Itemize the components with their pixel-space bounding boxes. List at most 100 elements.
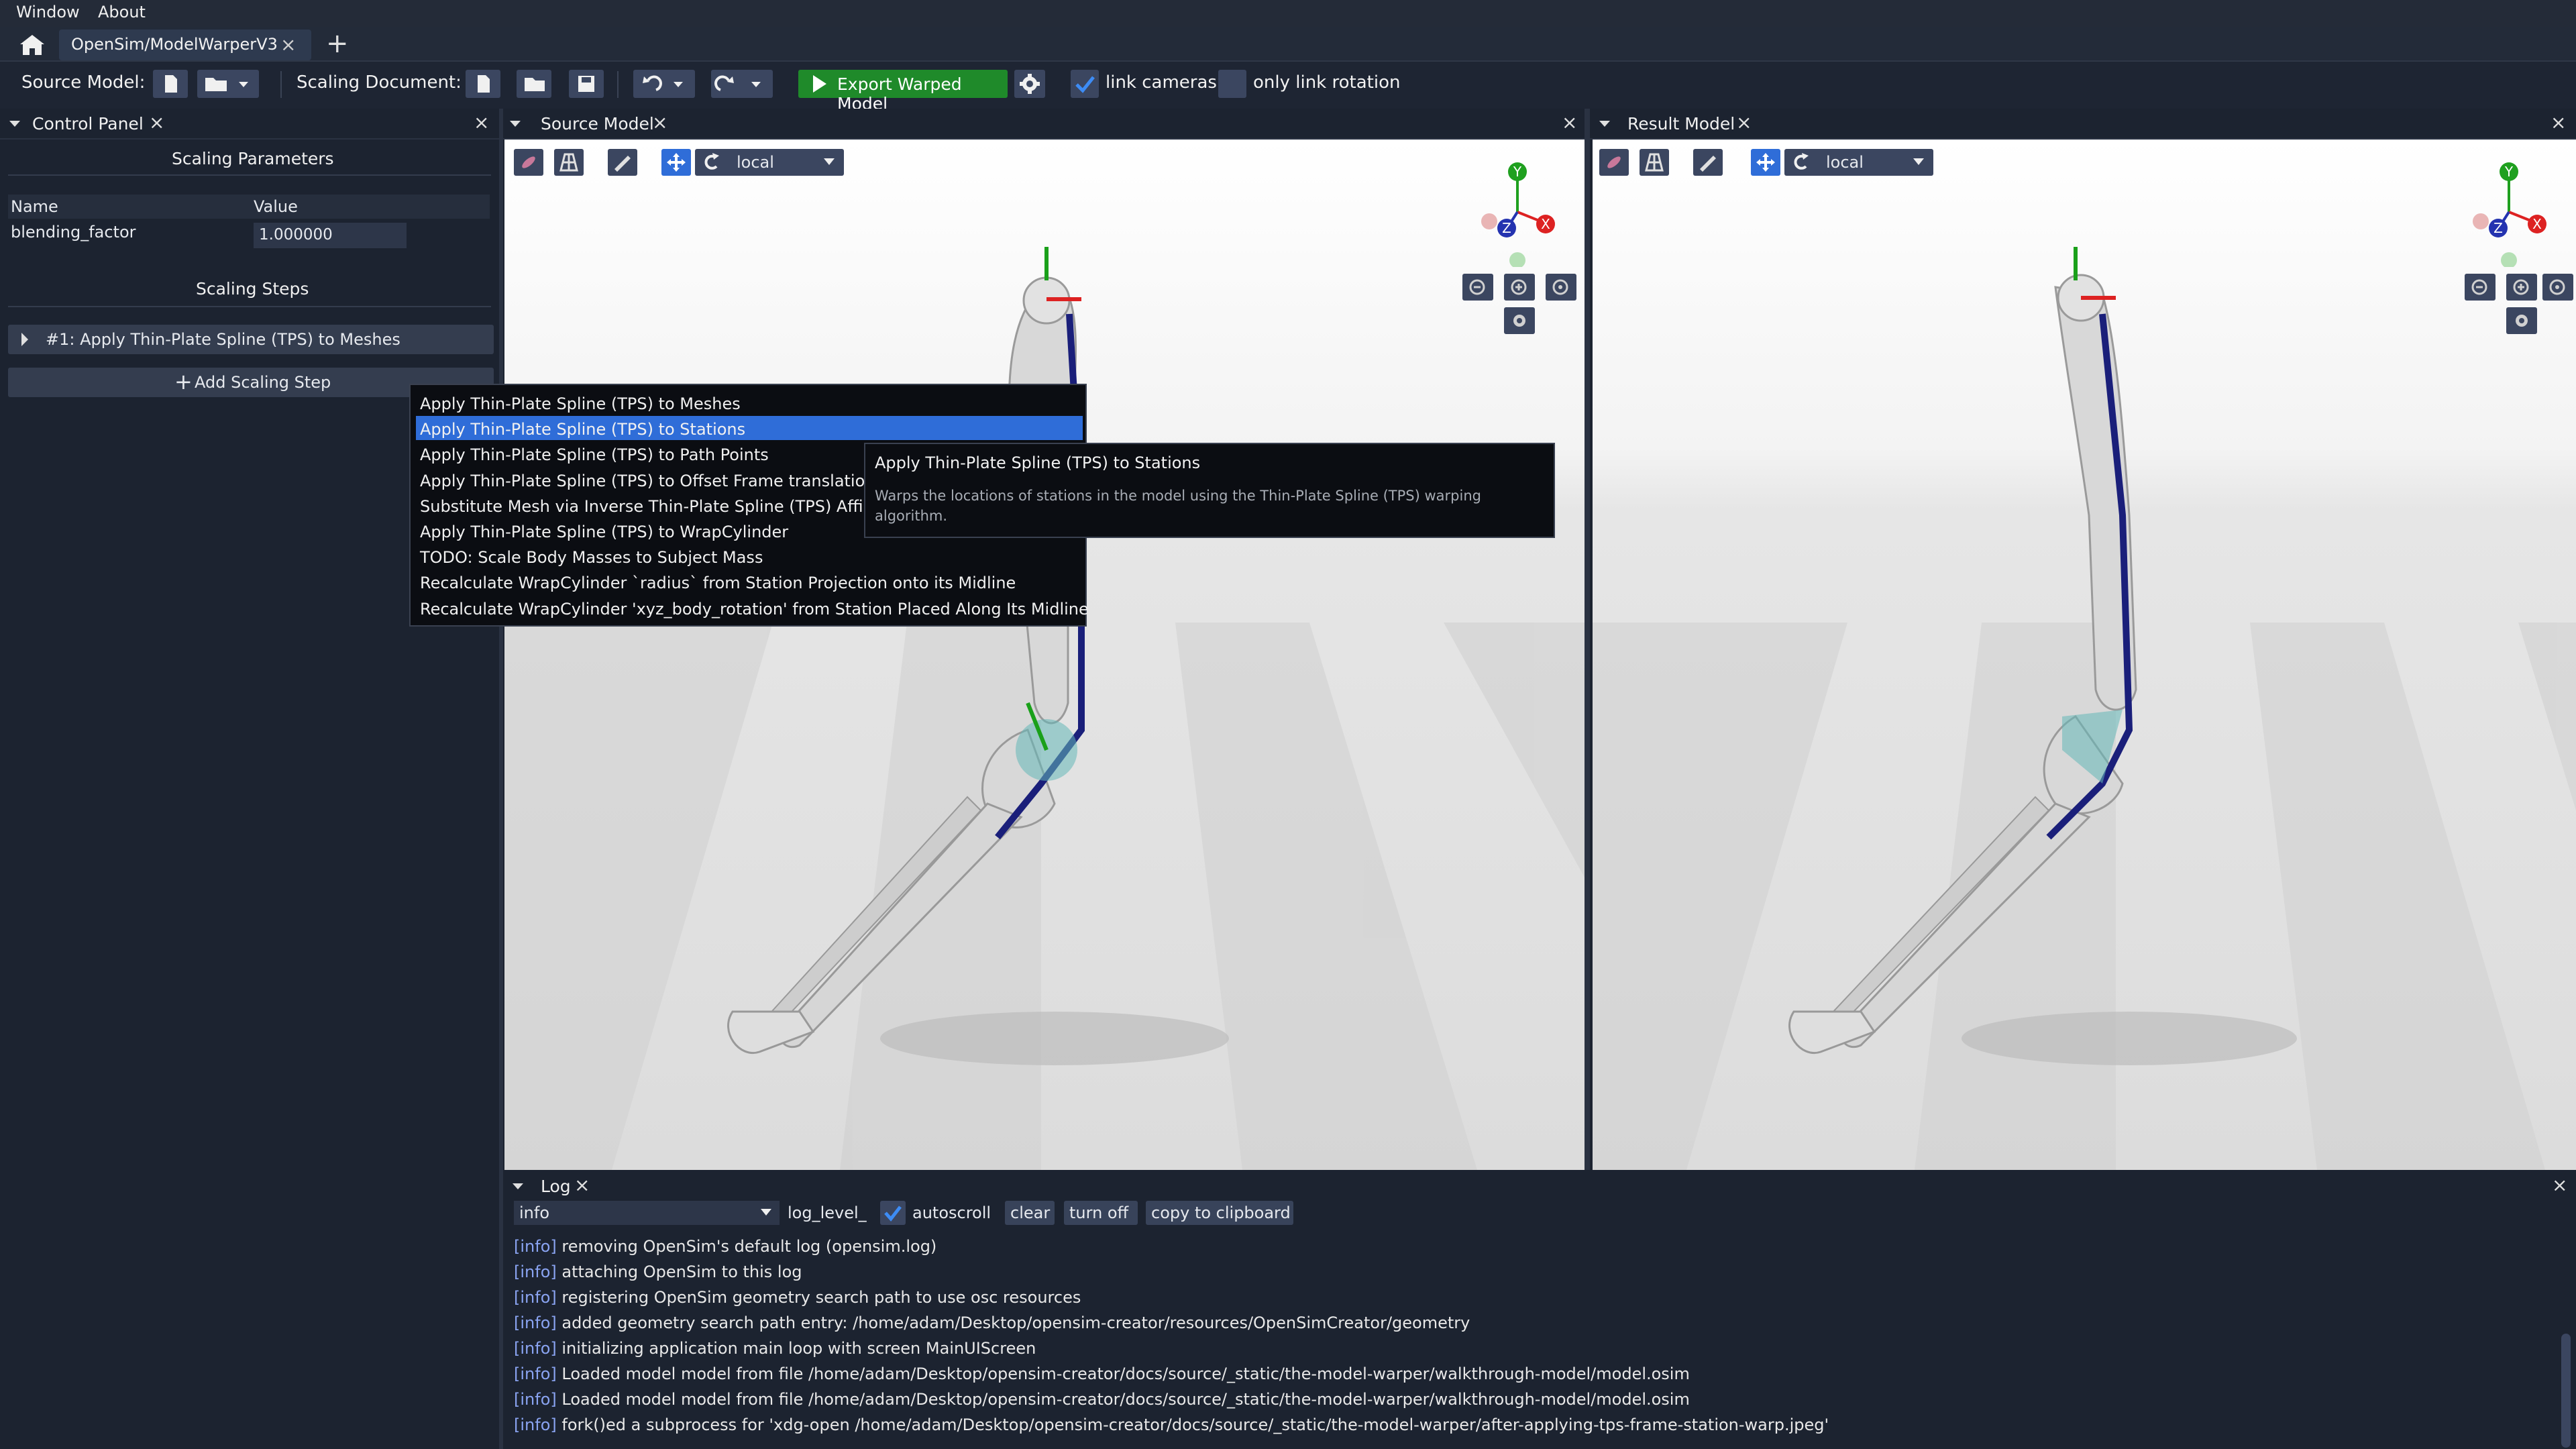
model-shadow bbox=[880, 1012, 1229, 1065]
zoom-out-icon bbox=[2471, 279, 2487, 295]
menu-item[interactable]: Substitute Mesh via Inverse Thin-Plate S… bbox=[420, 497, 883, 516]
scaling-parameters-title: Scaling Parameters bbox=[172, 149, 334, 168]
log-title: Log bbox=[541, 1177, 571, 1196]
menu-item[interactable]: Recalculate WrapCylinder `radius` from S… bbox=[420, 574, 1016, 592]
log-level-tag: [info] bbox=[514, 1237, 557, 1256]
muscle-style-button[interactable] bbox=[1599, 149, 1629, 176]
axes-gizmo[interactable]: Y X Z bbox=[1457, 153, 1578, 267]
blending-factor-input[interactable]: 1.000000 bbox=[254, 223, 407, 248]
tab-close-icon[interactable]: × bbox=[280, 34, 296, 56]
log-message: added geometry search path entry: /home/… bbox=[561, 1313, 1470, 1332]
measure-button[interactable] bbox=[1693, 149, 1723, 176]
zoom-in-button[interactable] bbox=[1504, 274, 1535, 301]
menu-item[interactable]: Apply Thin-Plate Spline (TPS) to Meshes bbox=[420, 394, 741, 413]
source-model-viewport[interactable]: local Y X Z bbox=[504, 140, 1585, 1170]
move-icon bbox=[1756, 153, 1775, 172]
scene-options-button[interactable] bbox=[1640, 149, 1669, 176]
collapse-arrow-icon[interactable] bbox=[506, 109, 526, 138]
viewport-settings-button[interactable] bbox=[2506, 307, 2537, 334]
save-icon bbox=[578, 76, 594, 92]
folder-open-icon bbox=[525, 78, 545, 91]
log-message: Loaded model model from file /home/adam/… bbox=[561, 1390, 1690, 1409]
chevron-down-icon bbox=[824, 158, 835, 165]
gear-icon bbox=[1020, 74, 1040, 94]
link-cameras-checkbox[interactable] bbox=[1071, 70, 1099, 98]
only-link-rotation-checkbox[interactable] bbox=[1218, 70, 1246, 98]
scaling-step-label: #1: Apply Thin-Plate Spline (TPS) to Mes… bbox=[46, 330, 400, 349]
axis-z-label: Z bbox=[1502, 220, 1511, 236]
collapse-arrow-icon[interactable] bbox=[5, 109, 25, 138]
close-tab-icon[interactable]: × bbox=[574, 1174, 590, 1196]
collapse-arrow-icon[interactable] bbox=[508, 1173, 529, 1199]
zoom-in-button[interactable] bbox=[2506, 274, 2537, 301]
scene-options-button[interactable] bbox=[554, 149, 584, 176]
muscle-icon bbox=[1607, 156, 1621, 168]
log-message: attaching OpenSim to this log bbox=[561, 1263, 802, 1281]
muscle-style-button[interactable] bbox=[514, 149, 543, 176]
turn-off-log-button[interactable]: turn off bbox=[1064, 1201, 1138, 1225]
autofocus-button[interactable] bbox=[1546, 274, 1576, 301]
menu-item[interactable]: Apply Thin-Plate Spline (TPS) to WrapCyl… bbox=[420, 523, 788, 541]
translate-gizmo-button[interactable] bbox=[661, 149, 691, 176]
log-level-value: info bbox=[519, 1203, 550, 1222]
folder-open-icon bbox=[205, 78, 248, 91]
close-panel-icon[interactable]: × bbox=[1562, 111, 1577, 133]
redo-button[interactable] bbox=[711, 70, 773, 98]
source-model-label: Source Model: bbox=[21, 72, 146, 93]
measure-button[interactable] bbox=[608, 149, 637, 176]
control-panel-header: Control Panel × × bbox=[0, 109, 499, 140]
param-name: blending_factor bbox=[11, 223, 136, 241]
translate-gizmo-button[interactable] bbox=[1751, 149, 1780, 176]
menu-item[interactable]: Apply Thin-Plate Spline (TPS) to Path Po… bbox=[420, 445, 769, 464]
log-scrollbar[interactable] bbox=[2561, 1334, 2571, 1448]
export-settings-button[interactable] bbox=[1014, 70, 1045, 98]
frame-mode-dropdown[interactable]: local bbox=[1784, 149, 1933, 176]
copy-to-clipboard-label: copy to clipboard bbox=[1151, 1203, 1291, 1222]
parameters-table-header: Name Value bbox=[8, 195, 490, 219]
close-panel-icon[interactable]: × bbox=[2552, 1174, 2567, 1196]
undo-button[interactable] bbox=[633, 70, 695, 98]
menu-item[interactable]: Apply Thin-Plate Spline (TPS) to Station… bbox=[420, 420, 745, 439]
collapse-arrow-icon[interactable] bbox=[1595, 109, 1615, 138]
column-header-name: Name bbox=[11, 197, 58, 216]
menu-item[interactable]: Recalculate WrapCylinder 'xyz_body_rotat… bbox=[420, 600, 1089, 619]
tab-model-warper[interactable]: OpenSim/ModelWarperV3 × bbox=[59, 30, 311, 60]
viewport-settings-button[interactable] bbox=[1504, 307, 1535, 334]
autofocus-button[interactable] bbox=[2542, 274, 2573, 301]
frame-mode-dropdown[interactable]: local bbox=[695, 149, 844, 176]
add-tab-button[interactable]: + bbox=[326, 28, 349, 59]
menu-item[interactable]: Apply Thin-Plate Spline (TPS) to Offset … bbox=[420, 472, 875, 490]
clear-log-label: clear bbox=[1010, 1203, 1051, 1222]
export-warped-model-button[interactable]: Export Warped Model bbox=[798, 70, 1008, 113]
zoom-out-button[interactable] bbox=[1462, 274, 1493, 301]
log-panel: Log × × info log_level_ autoscroll clear… bbox=[503, 1173, 2576, 1449]
result-model-viewport[interactable]: local Y X Z bbox=[1593, 140, 2576, 1170]
close-tab-icon[interactable]: × bbox=[149, 111, 164, 133]
checkmark-icon bbox=[1075, 76, 1095, 93]
menu-about[interactable]: About bbox=[98, 3, 146, 21]
splitter[interactable] bbox=[1585, 109, 1590, 1170]
zoom-out-button[interactable] bbox=[2465, 274, 2496, 301]
chevron-down-icon bbox=[761, 1209, 771, 1216]
save-scaling-document-button[interactable] bbox=[569, 70, 604, 98]
new-source-model-button[interactable] bbox=[153, 70, 188, 98]
log-line: [info] Loaded model model from file /hom… bbox=[514, 1364, 1690, 1383]
close-panel-icon[interactable]: × bbox=[474, 111, 489, 133]
clear-log-button[interactable]: clear bbox=[1005, 1201, 1055, 1225]
result-model-header: Result Model × × bbox=[1590, 109, 2576, 140]
close-tab-icon[interactable]: × bbox=[652, 111, 667, 133]
log-level-select[interactable]: info bbox=[514, 1201, 780, 1225]
open-scaling-document-button[interactable] bbox=[517, 70, 551, 98]
home-tab[interactable] bbox=[15, 31, 50, 58]
open-source-model-button[interactable] bbox=[197, 70, 259, 98]
close-tab-icon[interactable]: × bbox=[1736, 111, 1752, 133]
menu-window[interactable]: Window bbox=[16, 3, 80, 21]
new-scaling-document-button[interactable] bbox=[466, 70, 500, 98]
autoscroll-checkbox[interactable] bbox=[880, 1201, 906, 1225]
close-panel-icon[interactable]: × bbox=[2551, 111, 2566, 133]
axes-gizmo[interactable]: Y X Z bbox=[2449, 153, 2569, 267]
copy-to-clipboard-button[interactable]: copy to clipboard bbox=[1146, 1201, 1293, 1225]
grid-icon bbox=[559, 153, 578, 172]
menu-item[interactable]: TODO: Scale Body Masses to Subject Mass bbox=[420, 548, 763, 567]
scaling-step-1[interactable]: #1: Apply Thin-Plate Spline (TPS) to Mes… bbox=[8, 325, 494, 354]
